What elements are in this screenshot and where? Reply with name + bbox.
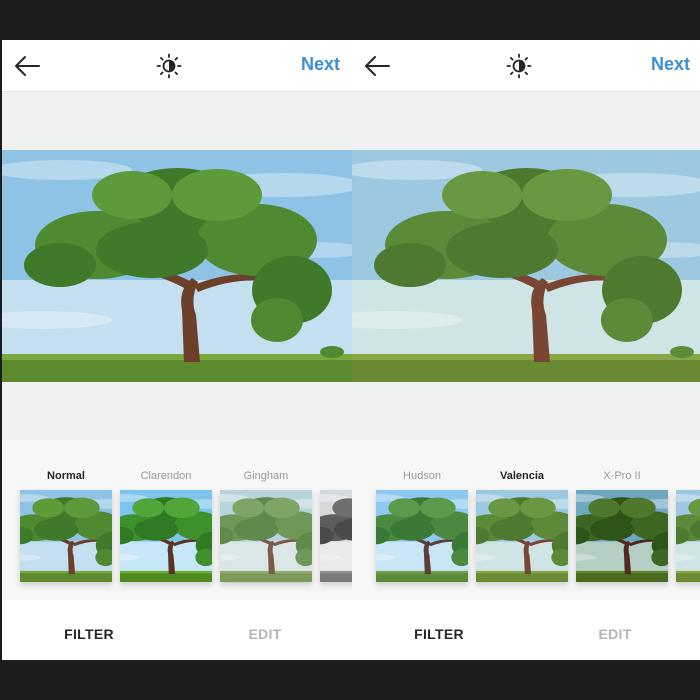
filter-label: Valencia	[499, 470, 545, 482]
tab-edit[interactable]: EDIT	[550, 626, 680, 642]
filter-strip: Normal Clarendon Gingham I	[2, 440, 352, 600]
next-button[interactable]: Next	[651, 54, 690, 78]
filter-label: I	[320, 470, 352, 482]
arrow-left-icon	[15, 56, 40, 76]
arrow-left-icon	[365, 56, 390, 76]
photo-preview	[352, 150, 700, 382]
filter-thumbnail[interactable]	[476, 490, 568, 582]
next-button[interactable]: Next	[301, 54, 340, 78]
filter-thumbnail[interactable]	[576, 490, 668, 582]
tab-filter[interactable]: FILTER	[24, 626, 154, 642]
filter-label: Normal	[47, 470, 85, 482]
filter-thumbnail[interactable]	[320, 490, 352, 582]
tab-edit[interactable]: EDIT	[200, 626, 330, 642]
bottom-tab-bar: FILTER EDIT	[2, 600, 352, 660]
brightness-icon	[506, 53, 532, 79]
filter-thumbnail[interactable]	[20, 490, 112, 582]
filter-strip: Hudson Valencia X-Pro II	[352, 440, 700, 600]
filter-label: Gingham	[243, 470, 289, 482]
lux-button[interactable]	[506, 53, 532, 79]
filter-label: Hudson	[403, 470, 441, 482]
bottom-tab-bar: FILTER EDIT	[352, 600, 700, 660]
back-button[interactable]	[362, 52, 392, 80]
editor-panel-right: Next Hudson Valencia X-Pro II FILTER EDI…	[352, 40, 700, 660]
photo-preview	[2, 150, 352, 382]
editor-panel-left: Next Normal Clarendon Gingham FILTER EDI…	[2, 40, 352, 660]
comparison-frame: Next Normal Clarendon Gingham FILTER EDI…	[0, 0, 700, 700]
filter-thumbnail[interactable]	[376, 490, 468, 582]
filter-label: X-Pro II	[603, 470, 641, 482]
top-bar: Next	[2, 40, 352, 92]
brightness-icon	[156, 53, 182, 79]
filter-thumbnail[interactable]	[120, 490, 212, 582]
tab-filter[interactable]: FILTER	[374, 626, 504, 642]
back-button[interactable]	[12, 52, 42, 80]
top-bar: Next	[352, 40, 700, 92]
filter-thumbnail[interactable]	[220, 490, 312, 582]
filter-label: Clarendon	[140, 470, 192, 482]
lux-button[interactable]	[156, 53, 182, 79]
filter-thumbnail[interactable]	[676, 490, 700, 582]
